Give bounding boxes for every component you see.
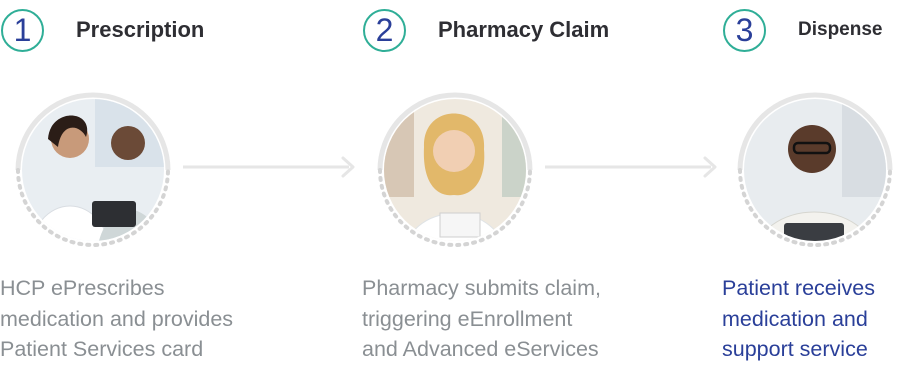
step-title: Prescription <box>76 17 205 42</box>
description-line: medication and provides <box>0 306 234 331</box>
description-line: support service <box>722 337 868 361</box>
description-line: and Advanced eServices <box>362 337 599 361</box>
step-description: Pharmacy submits claim, triggering eEnro… <box>362 273 702 365</box>
description-line: Patient receives <box>722 276 875 300</box>
step-dispense: 3 Dispense Patient receives medication a… <box>722 0 910 375</box>
hcp-patient-photo <box>0 77 186 263</box>
step-description: HCP ePrescribes medication and provides … <box>0 273 340 365</box>
description-line: medication and <box>722 306 868 331</box>
step-number-badge: 3 <box>723 9 766 52</box>
step-number-badge: 1 <box>1 9 44 52</box>
step-title: Dispense <box>798 19 883 40</box>
patient-photo <box>722 77 908 263</box>
step-prescription: 1 Prescription HCP ePrescribes medicatio… <box>0 0 340 375</box>
pharmacist-photo <box>362 77 548 263</box>
arrow-icon <box>183 156 355 178</box>
step-pharmacy-claim: 2 Pharmacy Claim Pharmacy submits claim,… <box>362 0 702 375</box>
step-description: Patient receives medication and support … <box>722 273 910 365</box>
description-line: Patient Services card <box>0 337 204 361</box>
description-line: Pharmacy submits claim, <box>362 276 601 300</box>
description-line: triggering eEnrollment <box>362 306 573 331</box>
step-number-badge: 2 <box>363 9 406 52</box>
arrow-icon <box>545 156 717 178</box>
description-line: HCP ePrescribes <box>0 276 165 300</box>
step-title: Pharmacy Claim <box>438 17 610 42</box>
